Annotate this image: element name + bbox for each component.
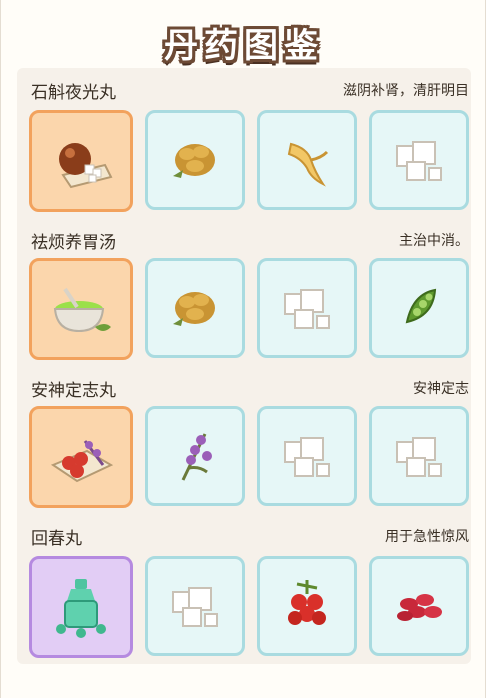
ingredient-slot[interactable] (257, 406, 357, 506)
green-soup-bowl-icon (53, 287, 111, 333)
product-slot[interactable] (29, 406, 133, 508)
recipe-desc: 用于急性惊风 (385, 529, 469, 545)
recipe-name: 祛烦养胃汤 (31, 233, 116, 253)
ingredient-slot[interactable] (369, 110, 469, 210)
ingredient-slot[interactable] (257, 258, 357, 358)
product-slot[interactable] (29, 258, 133, 360)
ingredient-slot[interactable] (369, 556, 469, 656)
red-berry-cluster-icon (288, 580, 326, 625)
recipe-name: 回春丸 (31, 529, 82, 549)
product-slot[interactable] (29, 110, 133, 212)
ingredient-slot[interactable] (369, 258, 469, 358)
recipe-header: 回春丸 用于急性惊风 (31, 524, 471, 552)
ginger-root-icon (173, 144, 215, 178)
recipe-name: 安神定志丸 (31, 381, 116, 401)
recipe-header: 安神定志丸 安神定志 (31, 376, 471, 404)
purple-herb-icon (181, 433, 212, 481)
ginger-root-icon (173, 292, 215, 326)
recipe-desc: 主治中消。 (399, 233, 469, 249)
ginseng-root-icon (287, 142, 329, 187)
red-beans-icon (397, 594, 442, 621)
ingredient-slot[interactable] (145, 110, 245, 210)
ingredient-slot[interactable] (145, 406, 245, 506)
green-pod-icon (405, 288, 437, 324)
ingredient-slot[interactable] (257, 556, 357, 656)
ingredient-slot[interactable] (145, 258, 245, 358)
white-cubes-icon (284, 289, 330, 329)
ingredient-slot[interactable] (257, 110, 357, 210)
recipe-header: 祛烦养胃汤 主治中消。 (31, 228, 471, 256)
recipe-name: 石斛夜光丸 (31, 83, 116, 103)
white-cubes-icon (396, 141, 442, 181)
green-bottle-icon (56, 579, 106, 638)
pill-pot-icon (59, 143, 113, 189)
white-cubes-icon (396, 437, 442, 477)
white-cubes-icon (172, 587, 218, 627)
codex-window: 丹药图鉴 石斛夜光丸 滋阴补肾，清肝明目 祛烦养胃汤 主治中消。 安神定志丸 安… (0, 0, 486, 698)
ingredient-slot[interactable] (145, 556, 245, 656)
ingredient-slot[interactable] (369, 406, 469, 506)
recipe-header: 石斛夜光丸 滋阴补肾，清肝明目 (31, 78, 471, 106)
recipe-desc: 滋阴补肾，清肝明目 (343, 83, 469, 99)
red-berries-plate-icon (50, 440, 114, 483)
page-title: 丹药图鉴 (164, 26, 324, 66)
recipe-desc: 安神定志 (413, 381, 469, 397)
white-cubes-icon (284, 437, 330, 477)
product-slot[interactable] (29, 556, 133, 658)
